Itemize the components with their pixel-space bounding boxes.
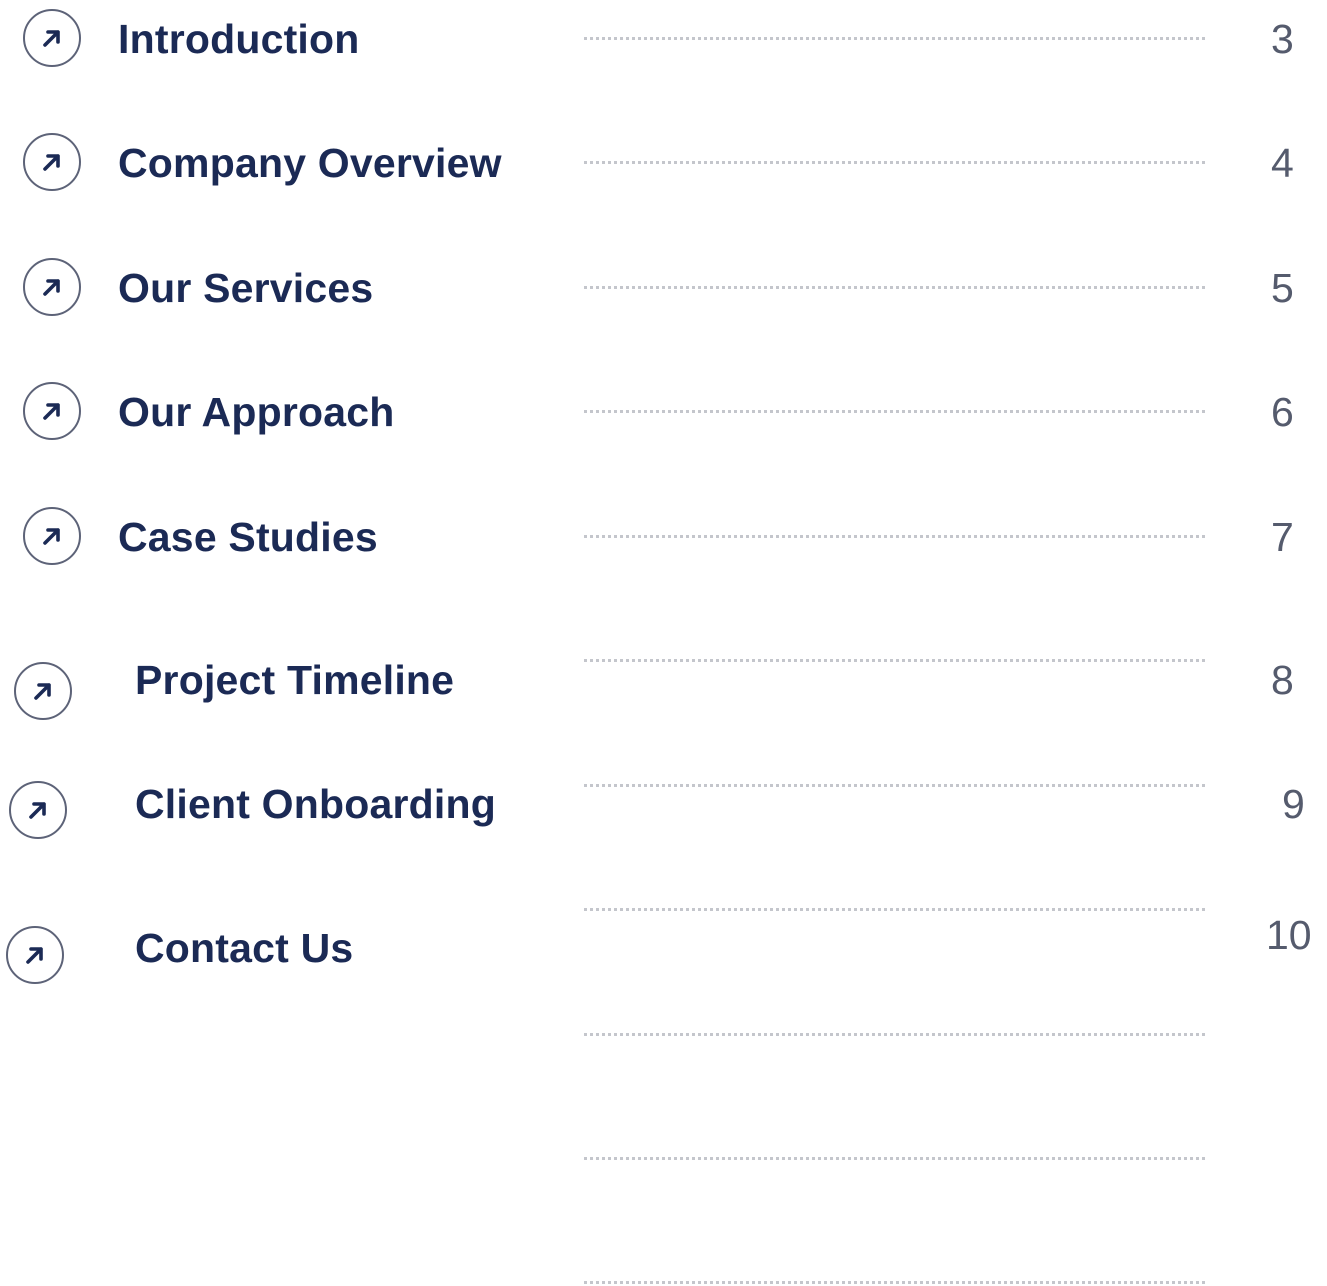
- arrow-up-right-icon[interactable]: [23, 507, 81, 565]
- arrow-up-right-icon[interactable]: [23, 9, 81, 67]
- dotted-leader: [584, 535, 1205, 538]
- toc-entry-title[interactable]: Introduction: [118, 19, 360, 60]
- toc-entry-page-number: 6: [1271, 389, 1294, 435]
- dotted-leader: [584, 1157, 1205, 1160]
- arrow-up-right-icon[interactable]: [9, 781, 67, 839]
- toc-entry-page-number: 5: [1271, 265, 1294, 311]
- toc-entry-page-number: 9: [1282, 781, 1305, 827]
- toc-entry-page-number: 7: [1271, 514, 1294, 560]
- dotted-leader: [584, 1033, 1205, 1036]
- toc-entry-title[interactable]: Contact Us: [135, 928, 353, 969]
- toc-entry-page-number: 3: [1271, 16, 1294, 62]
- arrow-up-right-icon[interactable]: [23, 382, 81, 440]
- dotted-leader: [584, 784, 1205, 787]
- dotted-leader: [584, 908, 1205, 911]
- toc-entry-title[interactable]: Company Overview: [118, 143, 502, 184]
- toc-entry-page-number: 4: [1271, 140, 1294, 186]
- arrow-up-right-icon[interactable]: [23, 133, 81, 191]
- dotted-leader: [584, 286, 1205, 289]
- arrow-up-right-icon[interactable]: [6, 926, 64, 984]
- dotted-leader: [584, 161, 1205, 164]
- dotted-leader: [584, 37, 1205, 40]
- toc-entry-page-number: 10: [1266, 912, 1312, 958]
- arrow-up-right-icon[interactable]: [23, 258, 81, 316]
- dotted-leader: [584, 1281, 1205, 1284]
- toc-entry-title[interactable]: Client Onboarding: [135, 784, 496, 825]
- toc-entry-title[interactable]: Our Services: [118, 268, 373, 309]
- toc-entry-title[interactable]: Project Timeline: [135, 660, 454, 701]
- arrow-up-right-icon[interactable]: [14, 662, 72, 720]
- toc-entry-title[interactable]: Case Studies: [118, 517, 378, 558]
- dotted-leader: [584, 659, 1205, 662]
- toc-entry-page-number: 8: [1271, 657, 1294, 703]
- dotted-leader: [584, 410, 1205, 413]
- toc-entry-title[interactable]: Our Approach: [118, 392, 395, 433]
